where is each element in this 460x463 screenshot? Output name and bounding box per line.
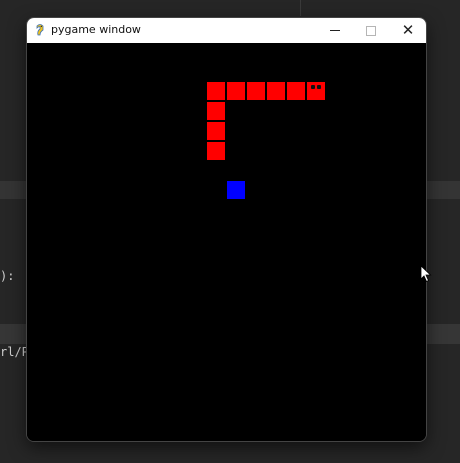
minimize-button[interactable]: [317, 18, 353, 43]
title-bar[interactable]: pygame window ✕: [27, 18, 426, 43]
mouse-pointer-icon: [420, 265, 432, 283]
snake-segment: [227, 82, 245, 100]
window-title: pygame window: [51, 23, 141, 36]
game-canvas[interactable]: [27, 43, 426, 441]
close-icon: ✕: [401, 21, 415, 39]
snake-eye: [311, 85, 315, 89]
snake-segment: [287, 82, 305, 100]
snake-segment: [267, 82, 285, 100]
snake-segment: [207, 142, 225, 160]
pygame-snake-icon: [36, 24, 44, 36]
minimize-icon: [330, 30, 340, 31]
snake-segment: [207, 102, 225, 120]
editor-divider: [300, 0, 301, 16]
maximize-button[interactable]: [353, 18, 389, 43]
close-button[interactable]: ✕: [390, 18, 426, 43]
editor-code-fragment: ):: [0, 269, 15, 283]
editor-code-fragment: rl/P: [0, 345, 29, 359]
snake-eye: [317, 85, 321, 89]
snake-head: [307, 82, 325, 100]
snake-segment: [207, 122, 225, 140]
food-block: [227, 181, 245, 199]
maximize-icon: [366, 25, 376, 36]
snake-segment: [207, 82, 225, 100]
snake-segment: [247, 82, 265, 100]
pygame-window[interactable]: pygame window ✕: [27, 18, 426, 441]
